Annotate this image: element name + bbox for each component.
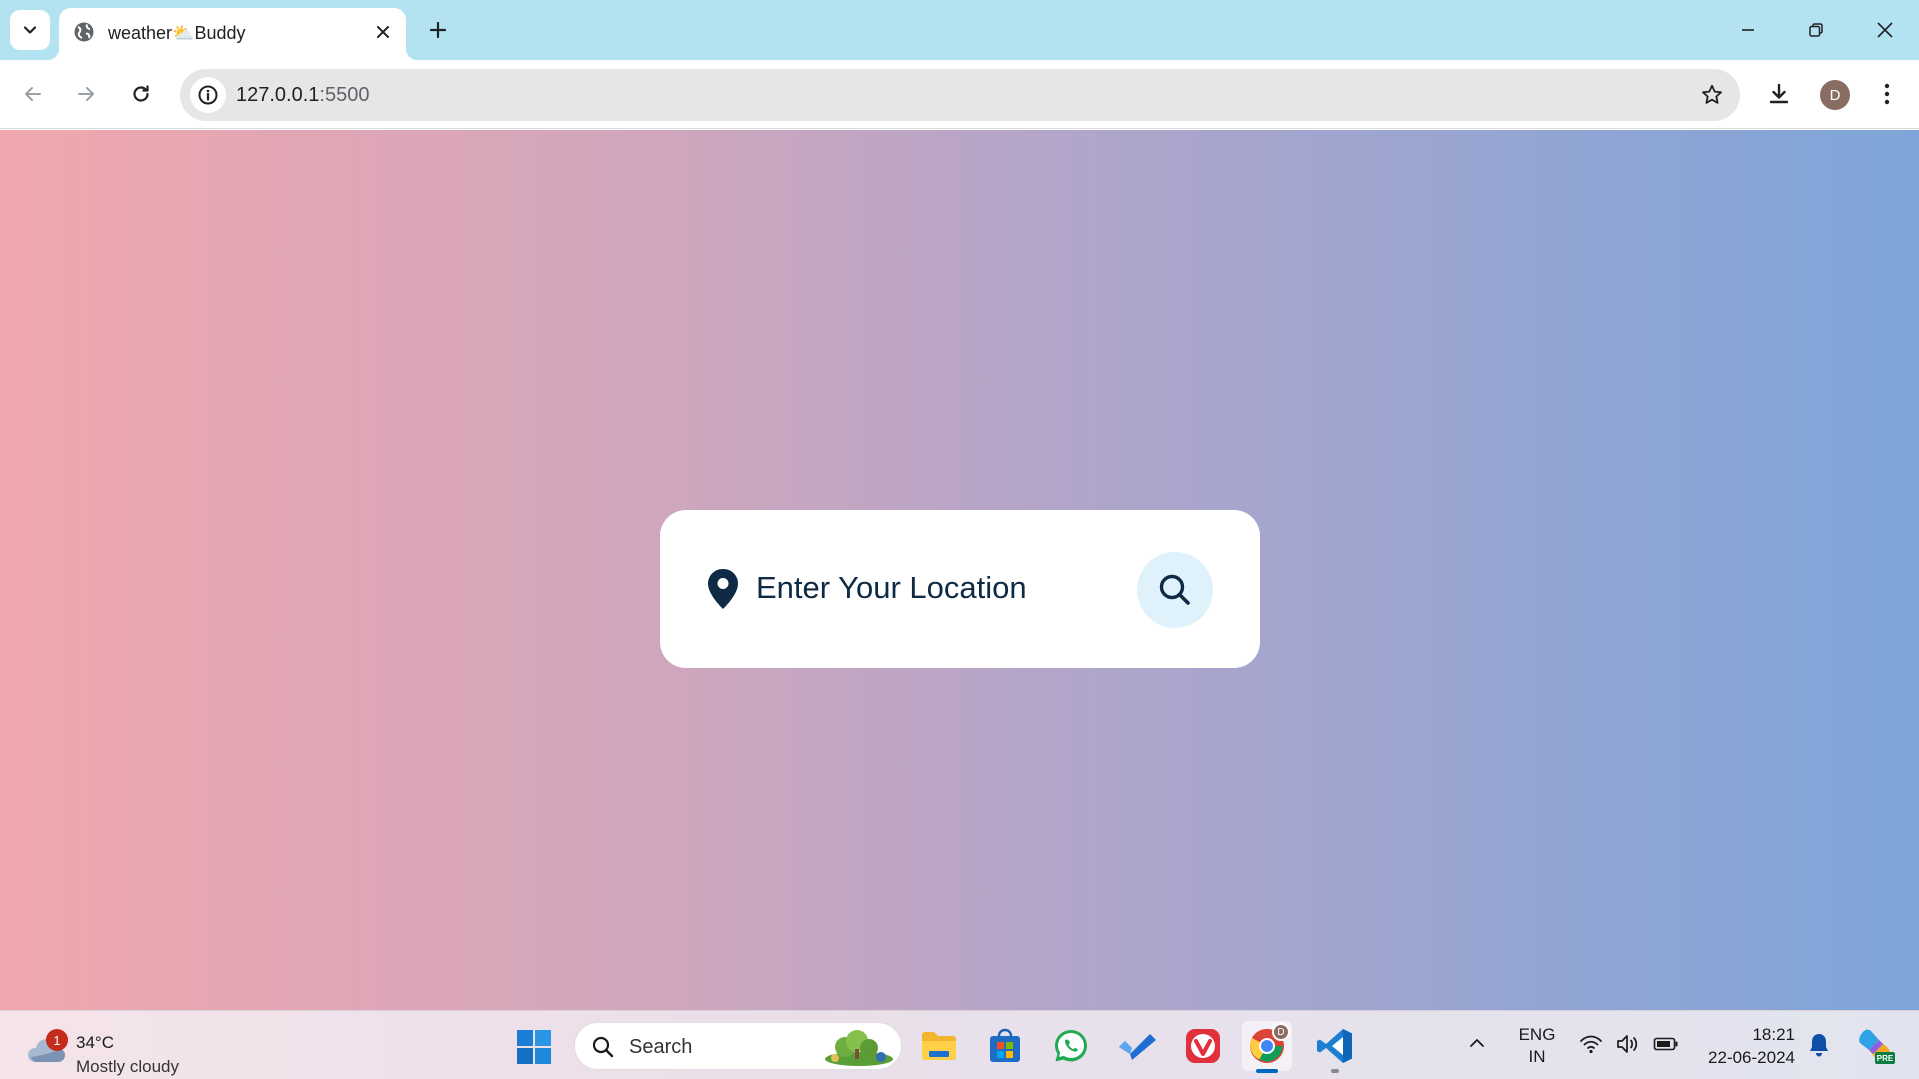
kebab-menu-icon bbox=[1884, 83, 1890, 105]
map-pin-icon bbox=[708, 569, 738, 609]
search-icon bbox=[592, 1036, 614, 1058]
arrow-left-icon bbox=[25, 87, 41, 101]
weather-temperature: 34°C bbox=[76, 1033, 114, 1052]
taskbar-vivaldi[interactable] bbox=[1178, 1021, 1228, 1071]
clock-time: 18:21 bbox=[1752, 1025, 1795, 1044]
svg-text:PRE: PRE bbox=[1877, 1054, 1894, 1063]
vscode-icon bbox=[1317, 1029, 1352, 1063]
running-app-indicator bbox=[1331, 1069, 1339, 1073]
plus-icon bbox=[429, 21, 447, 39]
search-highlight-illustration bbox=[825, 1030, 893, 1066]
url-port: :5500 bbox=[319, 84, 370, 106]
site-info-button[interactable] bbox=[190, 77, 226, 113]
taskbar-search-label: Search bbox=[629, 1036, 693, 1058]
browser-toolbar: 127.0.0.1:5500 D bbox=[0, 60, 1919, 129]
star-icon bbox=[1702, 84, 1722, 104]
close-icon bbox=[1877, 22, 1893, 38]
taskbar-chrome[interactable]: D bbox=[1242, 1021, 1292, 1073]
vivaldi-icon bbox=[1186, 1029, 1220, 1063]
region-code: IN bbox=[1528, 1047, 1546, 1066]
notification-badge: 1 bbox=[46, 1029, 68, 1051]
downloads-button[interactable] bbox=[1759, 74, 1799, 114]
taskbar-search[interactable]: Search bbox=[574, 1022, 902, 1070]
address-bar[interactable]: 127.0.0.1:5500 bbox=[180, 69, 1740, 121]
restore-button[interactable] bbox=[1793, 8, 1839, 52]
folder-icon bbox=[922, 1032, 956, 1060]
clock[interactable]: 18:21 22-06-2024 bbox=[1695, 1023, 1795, 1069]
minimize-icon bbox=[1742, 29, 1754, 31]
restore-icon bbox=[1809, 23, 1823, 37]
search-icon bbox=[1159, 574, 1190, 605]
notification-bell-icon[interactable] bbox=[1808, 1032, 1830, 1058]
taskbar-todo[interactable] bbox=[1112, 1021, 1162, 1071]
wifi-icon[interactable] bbox=[1579, 1033, 1603, 1055]
chevron-up-icon bbox=[1470, 1039, 1484, 1047]
profile-avatar[interactable]: D bbox=[1820, 80, 1850, 110]
windows-icon bbox=[517, 1030, 551, 1064]
copilot-icon[interactable]: PRE bbox=[1855, 1026, 1895, 1066]
weather-widget[interactable]: 1 34°C Mostly cloudy bbox=[26, 1021, 226, 1076]
page-background bbox=[0, 130, 1919, 1010]
info-icon bbox=[198, 85, 218, 105]
location-input[interactable] bbox=[756, 562, 1106, 614]
taskbar-whatsapp[interactable] bbox=[1046, 1021, 1096, 1071]
download-icon bbox=[1769, 83, 1789, 104]
search-button[interactable] bbox=[1137, 552, 1213, 628]
whatsapp-icon bbox=[1055, 1030, 1087, 1062]
store-icon bbox=[990, 1028, 1020, 1062]
globe-icon bbox=[74, 22, 94, 42]
active-app-indicator bbox=[1256, 1069, 1278, 1073]
weather-description: Mostly cloudy bbox=[76, 1057, 179, 1076]
forward-button[interactable] bbox=[66, 74, 106, 114]
chrome-profile-badge: D bbox=[1272, 1023, 1290, 1041]
menu-button[interactable] bbox=[1867, 74, 1907, 114]
bookmark-button[interactable] bbox=[1694, 77, 1730, 113]
tab-search-button[interactable] bbox=[10, 10, 50, 50]
reload-button[interactable] bbox=[121, 74, 161, 114]
reload-icon bbox=[133, 85, 149, 102]
arrow-right-icon bbox=[78, 87, 94, 101]
start-button[interactable] bbox=[516, 1029, 552, 1070]
close-window-button[interactable] bbox=[1862, 8, 1908, 52]
back-button[interactable] bbox=[13, 74, 53, 114]
taskbar: 1 34°C Mostly cloudy Search D ENG IN 18:… bbox=[0, 1010, 1919, 1079]
chevron-down-icon bbox=[23, 26, 37, 34]
clock-date: 22-06-2024 bbox=[1708, 1048, 1795, 1067]
volume-icon[interactable] bbox=[1616, 1033, 1642, 1055]
battery-icon[interactable] bbox=[1653, 1033, 1679, 1055]
minimize-button[interactable] bbox=[1725, 8, 1771, 52]
new-tab-button[interactable] bbox=[422, 14, 454, 46]
tab-title: weather⛅Buddy bbox=[108, 23, 246, 43]
url-text[interactable]: 127.0.0.1:5500 bbox=[236, 84, 369, 107]
language-code: ENG bbox=[1518, 1025, 1556, 1044]
url-host: 127.0.0.1 bbox=[236, 84, 320, 106]
location-search-card bbox=[660, 510, 1260, 668]
input-language[interactable]: ENG IN bbox=[1515, 1024, 1559, 1068]
taskbar-file-explorer[interactable] bbox=[914, 1021, 964, 1071]
tab-strip: weather⛅Buddy bbox=[0, 0, 1919, 60]
browser-tab[interactable]: weather⛅Buddy bbox=[47, 8, 418, 60]
checkmark-icon bbox=[1119, 1034, 1156, 1060]
close-icon[interactable] bbox=[372, 21, 394, 43]
taskbar-microsoft-store[interactable] bbox=[980, 1021, 1030, 1071]
show-hidden-icons-button[interactable] bbox=[1467, 1033, 1487, 1058]
taskbar-vscode[interactable] bbox=[1310, 1021, 1360, 1073]
